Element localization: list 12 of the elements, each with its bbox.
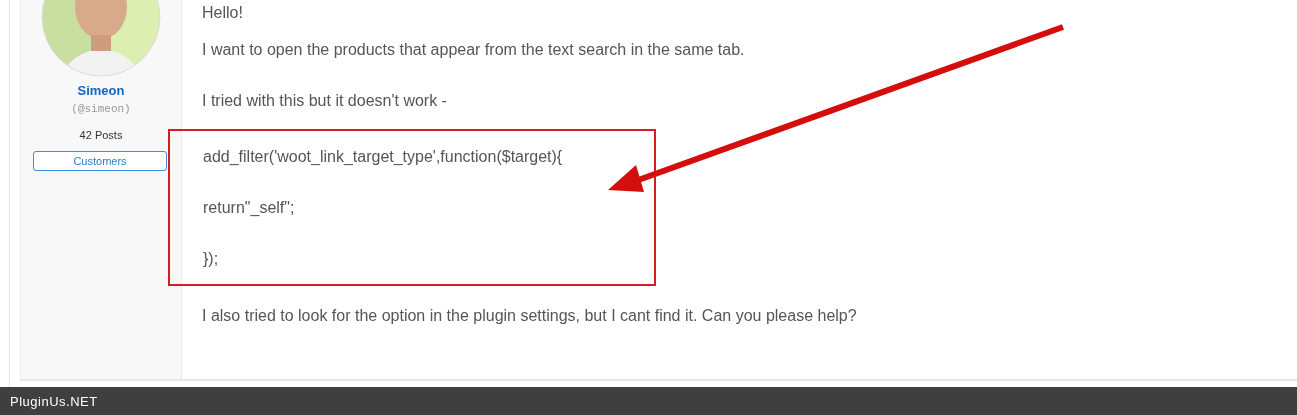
post-text: Hello!	[202, 3, 244, 23]
author-handle: (@simeon)	[71, 103, 131, 115]
post-count: 42 Posts	[79, 129, 123, 141]
post-text: I tried with this but it doesn't work -	[202, 91, 448, 111]
code-line: add_filter('woot_link_target_type',function($target){	[203, 147, 564, 167]
role-badge: Customers	[33, 151, 167, 171]
author-name[interactable]: Simeon	[77, 83, 125, 98]
post-text: I want to open the products that appear from the text search in the same tab.	[202, 40, 746, 60]
code-line: return"_self";	[203, 198, 296, 218]
site-name: PluginUs.NET	[10, 393, 98, 409]
code-line: });	[203, 249, 220, 269]
post-text: I also tried to look for the option in the plugin settings, but I cant find it. Can you please help?	[202, 306, 857, 326]
